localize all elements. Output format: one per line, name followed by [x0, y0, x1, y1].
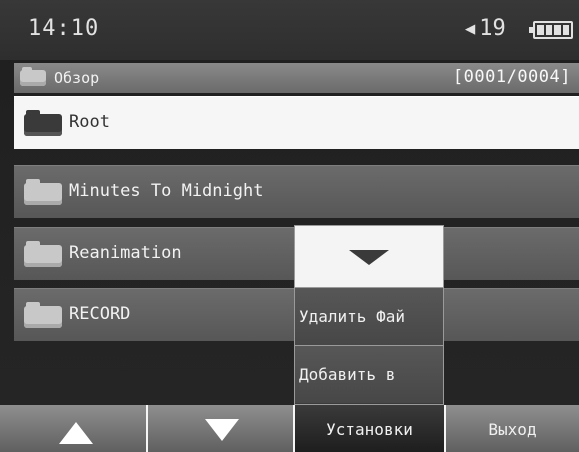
battery-icon — [529, 21, 573, 39]
arrow-down-icon — [205, 419, 239, 441]
menu-item-add-to[interactable]: Добавить в — [295, 345, 443, 403]
list-item-label: Root — [69, 112, 110, 132]
softkey-down[interactable] — [148, 405, 295, 452]
list-item[interactable]: Minutes To Midnight — [14, 165, 579, 218]
triangle-down-icon[interactable] — [295, 226, 443, 287]
status-bar: 14:10 ◀ 19 — [0, 0, 579, 60]
context-menu: Удалить Фай Добавить в — [294, 225, 444, 405]
softkey-up[interactable] — [0, 405, 148, 452]
list-item[interactable]: Root — [14, 96, 579, 149]
list-item-label: RECORD — [69, 304, 131, 324]
browser-title: Обзор — [54, 69, 100, 87]
player-screen: 14:10 ◀ 19 Обзор [0001/0004] Root Minute… — [0, 0, 579, 452]
arrow-up-icon — [59, 422, 93, 444]
softkey-exit[interactable]: Выход — [446, 405, 579, 452]
menu-item-delete-file[interactable]: Удалить Фай — [295, 287, 443, 345]
folder-icon — [24, 302, 62, 328]
folder-icon — [24, 179, 62, 205]
folder-icon — [24, 241, 62, 267]
browser-title-bar: Обзор [0001/0004] — [14, 63, 579, 93]
speaker-icon: ◀ — [465, 18, 476, 39]
folder-icon — [20, 67, 46, 86]
list-item-label: Reanimation — [69, 243, 182, 263]
softkey-exit-label: Выход — [488, 420, 537, 439]
softkey-settings-label: Установки — [326, 420, 413, 439]
clock: 14:10 — [28, 16, 100, 41]
item-counter: [0001/0004] — [452, 67, 571, 87]
volume-indicator: ◀ 19 — [465, 16, 506, 41]
softkey-settings[interactable]: Установки — [295, 405, 446, 452]
list-item-label: Minutes To Midnight — [69, 181, 264, 201]
open-folder-icon — [24, 110, 62, 136]
volume-level: 19 — [479, 16, 506, 41]
softkey-bar: Установки Выход — [0, 405, 579, 452]
